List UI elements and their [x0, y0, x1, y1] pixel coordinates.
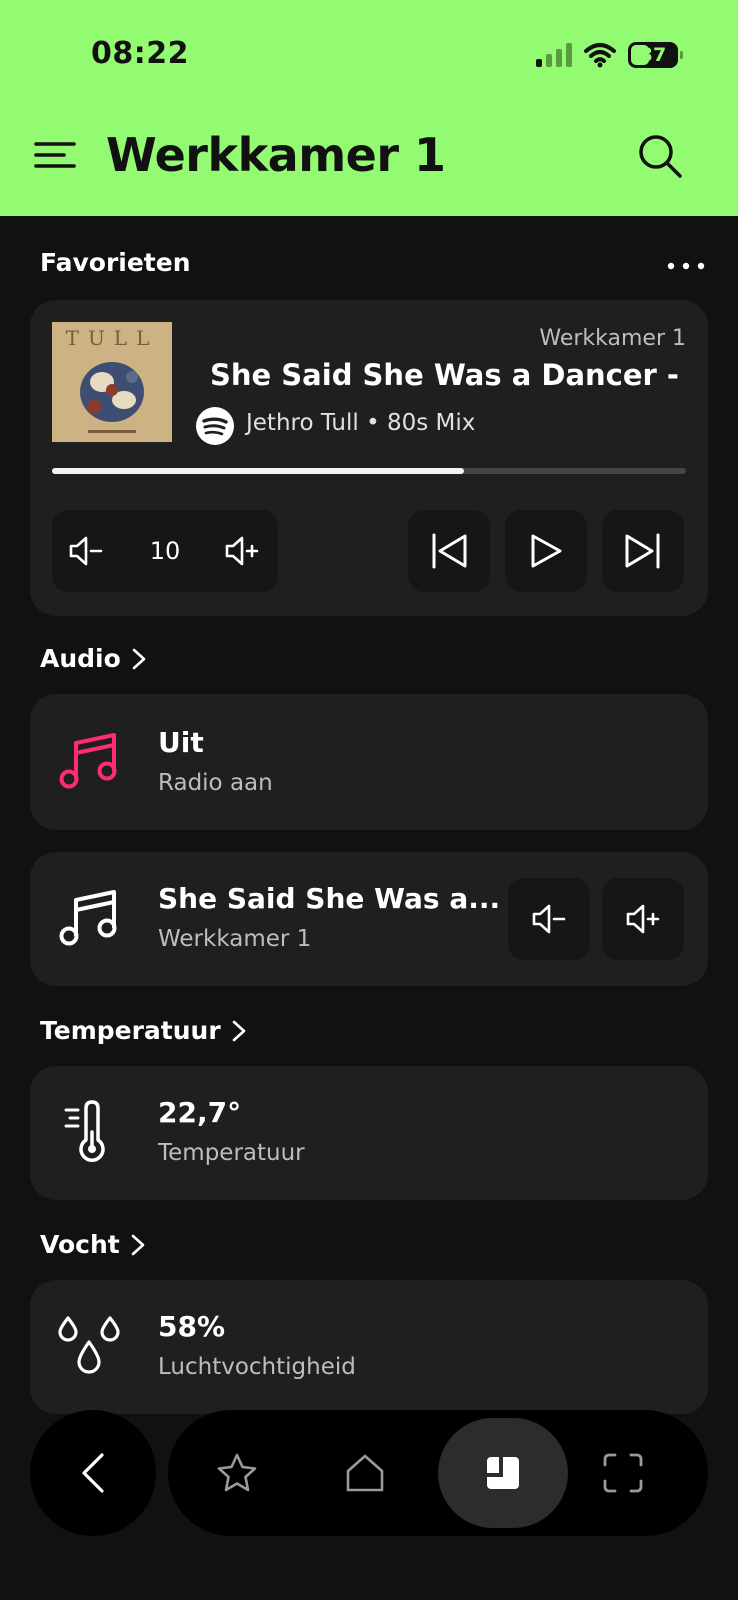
player-room: Werkkamer 1 [539, 326, 686, 351]
chevron-right-icon [232, 1020, 245, 1041]
volume-down-button[interactable] [508, 878, 590, 960]
volume-up-icon [626, 904, 660, 934]
progress-fill [52, 468, 465, 474]
player-artist: Jethro Tull • 80s Mix [246, 410, 476, 436]
music-note-icon [59, 890, 117, 946]
radio-title: Uit [158, 726, 204, 759]
spotify-icon [196, 407, 234, 445]
battery-level: 37 [639, 44, 667, 66]
now-playing-card[interactable]: She Said She Was a... Werkkamer 1 [30, 852, 708, 986]
previous-button[interactable] [408, 510, 490, 592]
home-icon [346, 1454, 384, 1492]
app-header: 08:22 37 Werkkamer 1 [0, 0, 738, 216]
water-drops-icon [58, 1316, 120, 1374]
nav-rooms[interactable] [438, 1418, 568, 1528]
player-card: TULL Werkkamer 1 She Said She Was a Danc… [30, 300, 708, 616]
radio-subtitle: Radio aan [158, 770, 273, 796]
audio-heading-label: Audio [40, 644, 121, 673]
chevron-left-icon [82, 1453, 104, 1493]
humidity-card[interactable]: 58% Luchtvochtigheid [30, 1280, 708, 1414]
temperature-card[interactable]: 22,7° Temperatuur [30, 1066, 708, 1200]
status-time: 08:22 [91, 36, 189, 71]
wifi-icon [584, 43, 616, 68]
humidity-label: Luchtvochtigheid [158, 1354, 356, 1380]
bottom-nav [168, 1410, 708, 1536]
now-playing-room: Werkkamer 1 [158, 926, 312, 952]
scan-frame-icon [603, 1453, 643, 1493]
nav-scan[interactable] [580, 1430, 666, 1516]
status-indicators: 37 [536, 40, 683, 70]
temperature-heading-label: Temperatuur [40, 1016, 221, 1045]
nav-favorites[interactable] [194, 1430, 280, 1516]
volume-down-icon [532, 904, 566, 934]
now-playing-title: She Said She Was a... [158, 882, 501, 915]
temperature-value: 22,7° [158, 1096, 242, 1129]
volume-down-icon[interactable] [66, 531, 106, 571]
favorites-heading: Favorieten [40, 248, 191, 277]
nav-home[interactable] [322, 1430, 408, 1516]
radio-card[interactable]: Uit Radio aan [30, 694, 708, 830]
thermometer-icon [64, 1100, 105, 1162]
play-icon [531, 534, 562, 568]
chevron-right-icon [132, 648, 146, 669]
volume-value: 10 [149, 537, 181, 565]
battery-icon: 37 [628, 42, 683, 68]
star-icon [217, 1453, 257, 1492]
temperature-label: Temperatuur [158, 1140, 305, 1166]
progress-bar[interactable] [52, 468, 686, 474]
humidity-heading[interactable]: Vocht [40, 1230, 146, 1259]
skip-next-icon [625, 533, 660, 569]
temperature-heading[interactable]: Temperatuur [40, 1016, 247, 1045]
back-button[interactable] [30, 1410, 156, 1536]
menu-icon[interactable] [34, 140, 78, 170]
chevron-right-icon [131, 1234, 145, 1255]
volume-up-icon[interactable] [222, 531, 262, 571]
humidity-value: 58% [158, 1310, 226, 1343]
music-note-icon [59, 733, 117, 789]
humidity-heading-label: Vocht [40, 1230, 120, 1259]
next-button[interactable] [602, 510, 684, 592]
search-icon[interactable] [636, 132, 684, 180]
skip-previous-icon [432, 533, 467, 569]
volume-up-button[interactable] [602, 878, 684, 960]
floor-plan-icon [487, 1457, 519, 1489]
volume-control: 10 [52, 510, 278, 592]
more-options-icon[interactable] [666, 256, 706, 276]
player-track-title: She Said She Was a Dancer - 20 [210, 358, 686, 392]
album-art[interactable]: TULL [52, 322, 172, 442]
audio-heading[interactable]: Audio [40, 644, 147, 673]
cellular-signal-icon [536, 43, 572, 67]
play-button[interactable] [505, 510, 587, 592]
favorites-heading-label: Favorieten [40, 248, 191, 277]
page-title: Werkkamer 1 [106, 128, 446, 182]
